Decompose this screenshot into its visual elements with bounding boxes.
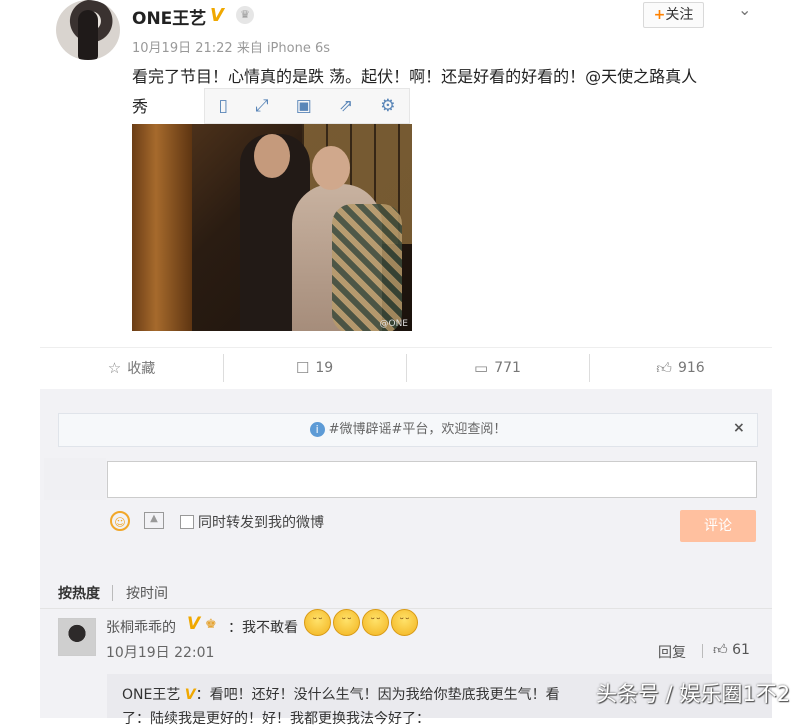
post-meta: 10月19日 21:22 来自 iPhone 6s: [132, 41, 331, 56]
post-image[interactable]: @ONE: [132, 124, 412, 331]
scared-face-icon: ˘˘: [362, 609, 389, 636]
settings-icon[interactable]: ⚙: [380, 96, 395, 116]
author-name[interactable]: ONE王艺: [132, 4, 206, 29]
divider: [702, 644, 703, 658]
thumbs-up-icon: 👍︎: [656, 358, 672, 377]
comment-text: ：我不敢看: [228, 620, 298, 636]
reply-button[interactable]: 回复: [658, 642, 686, 662]
forward-label: 同时转发到我的微博: [198, 515, 324, 531]
notice-banner: i #微博辟谣#平台，欢迎查阅！: [58, 413, 758, 447]
sub-comment-text: ONE王艺 V：看吧！还好！没什么生气！因为我给你垫底我更生气！看: [122, 687, 560, 703]
scared-face-icon: ˘˘: [391, 609, 418, 636]
forward-checkbox[interactable]: [180, 515, 194, 529]
divider: [112, 585, 113, 601]
share-icon[interactable]: ⇗: [339, 96, 353, 116]
image-upload-icon[interactable]: ▲: [144, 512, 164, 529]
favorite-button[interactable]: ☆ 收藏: [40, 348, 223, 388]
verified-badge-icon: V: [184, 687, 196, 703]
commenter-avatar[interactable]: [58, 618, 96, 656]
image-toolbar: ▯ ⤢ ▣ ⇗ ⚙: [204, 88, 410, 124]
close-icon[interactable]: ×: [733, 420, 745, 436]
star-icon: ☆: [107, 359, 122, 377]
verified-badge-icon: V: [210, 5, 224, 26]
member-crown-icon: ♛: [236, 6, 254, 24]
comment-time: 10月19日 22:01: [106, 645, 215, 661]
thumbs-up-icon: 👍︎: [713, 642, 728, 658]
emoji-group: ˘˘ ˘˘ ˘˘ ˘˘: [304, 609, 418, 636]
sub-comment-line2: 了：陆续我是更好的！好！我都更换我法今好了：: [122, 711, 430, 727]
repost-icon: ☐: [295, 359, 310, 377]
scared-face-icon: ˘˘: [333, 609, 360, 636]
expand-icon[interactable]: ⤢: [255, 96, 269, 116]
commenter-name[interactable]: 张桐乖乖的: [106, 617, 176, 637]
source-watermark: 头条号 / 娱乐圈1不2: [596, 682, 791, 706]
sort-by-heat-tab[interactable]: 按热度: [58, 583, 100, 603]
scared-face-icon: ˘˘: [304, 609, 331, 636]
save-icon[interactable]: ▣: [296, 96, 312, 116]
info-icon: i: [309, 422, 325, 437]
sub-comment-author[interactable]: ONE王艺: [122, 687, 180, 703]
author-avatar[interactable]: [56, 0, 120, 60]
action-bar: ☆ 收藏 ☐ 19 ▭ 771 👍︎ 916: [40, 347, 772, 388]
comment-button[interactable]: ▭ 771: [406, 348, 589, 388]
view-original-icon[interactable]: ▯: [219, 96, 228, 116]
image-watermark: @ONE: [379, 319, 408, 329]
repost-button[interactable]: ☐ 19: [223, 348, 406, 388]
submit-comment-button[interactable]: 评论: [680, 510, 756, 542]
follow-button[interactable]: +关注: [643, 2, 704, 28]
verified-badge-icon: V: [187, 614, 201, 634]
fan-badge-icon: ♚: [205, 617, 217, 632]
comment-like-button[interactable]: 👍︎ 61: [713, 641, 750, 658]
comment-input[interactable]: [107, 461, 757, 498]
comment-icon: ▭: [474, 359, 489, 377]
emoji-icon[interactable]: ☺: [110, 511, 130, 531]
sort-by-time-tab[interactable]: 按时间: [126, 583, 168, 603]
like-button[interactable]: 👍︎ 916: [589, 348, 772, 388]
user-avatar-placeholder: [44, 458, 106, 500]
chevron-down-icon[interactable]: ⌄: [738, 0, 751, 19]
